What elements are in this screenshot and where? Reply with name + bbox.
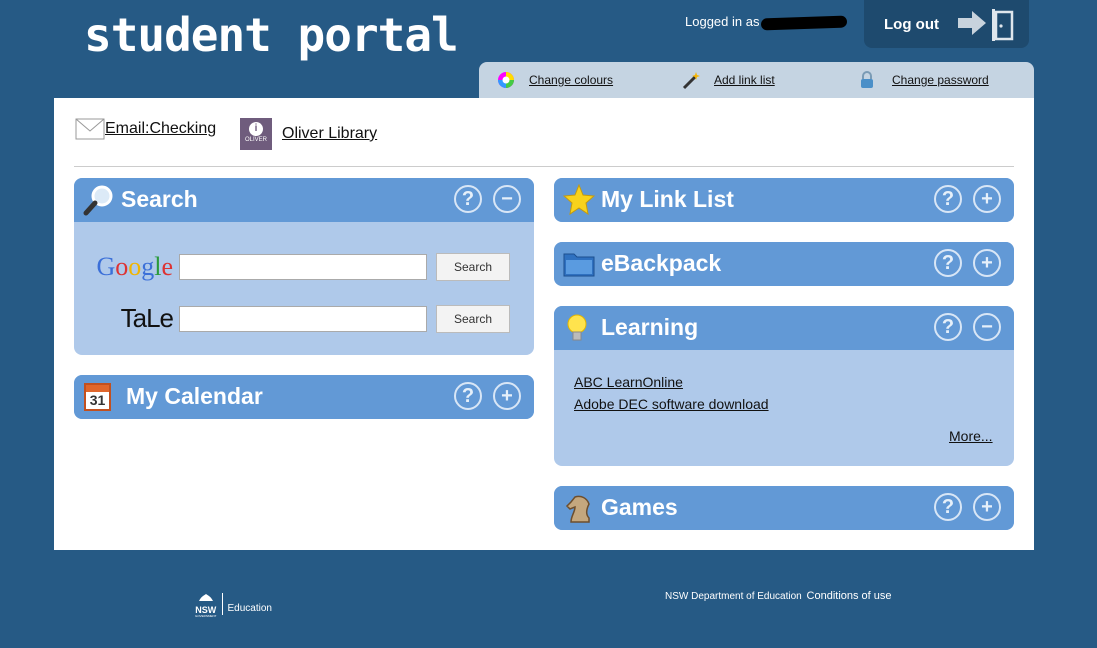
calendar-panel-title: My Calendar <box>126 383 263 409</box>
tale-search-input[interactable] <box>179 305 427 332</box>
games-panel-header: Games ? + <box>554 486 1014 530</box>
conditions-of-use-link[interactable]: Conditions of use <box>807 590 892 602</box>
main-content: Email:Checking i OLIVER Oliver Library S… <box>54 98 1034 550</box>
email-quick-link[interactable]: Email:Checking <box>75 118 216 140</box>
expand-icon[interactable]: + <box>493 382 521 410</box>
tale-logo: TaLe <box>120 303 174 333</box>
lock-icon <box>861 71 873 88</box>
google-search-row: Google Search <box>88 252 510 282</box>
help-icon[interactable]: ? <box>934 249 962 277</box>
tale-search-button[interactable]: Search <box>436 304 510 333</box>
change-colours-link[interactable]: Change colours <box>529 73 613 87</box>
logged-in-status: Logged in as <box>685 14 848 31</box>
oliver-library-label: Oliver Library <box>282 125 378 142</box>
link-list-panel: My Link List ? + <box>554 178 1014 222</box>
calendar-icon: 31 <box>84 383 111 411</box>
expand-icon[interactable]: + <box>973 249 1001 277</box>
oliver-icon-text: OLIVER <box>244 137 267 143</box>
search-panel-title: Search <box>121 186 198 212</box>
nsw-education-logo: NSW GOVERNMENT Education <box>195 590 272 618</box>
colour-wheel-icon <box>498 72 514 88</box>
magnifier-icon <box>83 185 113 216</box>
help-icon[interactable]: ? <box>934 185 962 213</box>
learning-link-abc[interactable]: ABC LearnOnline <box>574 374 683 390</box>
search-panel: Search ? − Google Search TaLe Search <box>74 178 534 355</box>
chess-knight-icon <box>565 495 590 523</box>
nsw-waratah-logo: NSW GOVERNMENT <box>195 590 217 618</box>
toolbar: Change colours Add link list Change pass… <box>479 62 1034 98</box>
learning-panel: Learning ? − ABC LearnOnline Adobe DEC s… <box>554 306 1014 466</box>
logout-door-icon <box>958 9 1014 41</box>
lightbulb-icon <box>567 314 587 341</box>
gov-text: GOVERNMENT <box>195 614 217 618</box>
calendar-panel-header: 31 My Calendar ? + <box>74 375 534 419</box>
add-link-list-link[interactable]: Add link list <box>714 73 775 87</box>
games-panel-title: Games <box>601 494 678 520</box>
ebackpack-panel-title: eBackpack <box>601 250 722 276</box>
collapse-icon[interactable]: − <box>973 313 1001 341</box>
folder-icon <box>563 253 595 277</box>
calendar-day: 31 <box>89 392 106 408</box>
search-panel-header: Search ? − <box>74 178 534 222</box>
learning-more-link[interactable]: More... <box>949 428 993 444</box>
oliver-library-icon: i OLIVER <box>240 118 272 150</box>
tale-search-row: TaLe Search <box>88 303 510 334</box>
help-icon[interactable]: ? <box>934 493 962 521</box>
waratah-icon <box>198 594 213 601</box>
learning-link-adobe[interactable]: Adobe DEC software download <box>574 396 769 412</box>
collapse-icon[interactable]: − <box>493 185 521 213</box>
google-logo: Google <box>96 252 173 281</box>
help-icon[interactable]: ? <box>454 382 482 410</box>
learning-panel-header: Learning ? − <box>554 306 1014 350</box>
education-text: Education <box>227 602 272 614</box>
expand-icon[interactable]: + <box>973 493 1001 521</box>
logout-label: Log out <box>884 15 939 33</box>
divider <box>74 166 1014 167</box>
help-icon[interactable]: ? <box>934 313 962 341</box>
logo-separator <box>221 593 223 615</box>
link-list-panel-title: My Link List <box>601 186 734 212</box>
magic-wand-icon <box>682 72 700 90</box>
envelope-icon <box>75 118 105 140</box>
oliver-library-link[interactable]: i OLIVER Oliver Library <box>240 118 377 150</box>
department-text: NSW Department of Education <box>665 591 802 602</box>
google-search-input[interactable] <box>179 254 427 280</box>
ebackpack-panel-header: eBackpack ? + <box>554 242 1014 286</box>
student-portal-logo: student portal <box>84 8 459 62</box>
change-password-link[interactable]: Change password <box>892 73 989 87</box>
calendar-panel: 31 My Calendar ? + <box>74 375 534 419</box>
email-label: Email:Checking <box>105 120 217 137</box>
star-icon <box>563 184 595 216</box>
help-icon[interactable]: ? <box>454 185 482 213</box>
ebackpack-panel: eBackpack ? + <box>554 242 1014 286</box>
redacted-username <box>761 15 848 31</box>
link-list-panel-header: My Link List ? + <box>554 178 1014 222</box>
expand-icon[interactable]: + <box>973 185 1001 213</box>
footer-text: NSW Department of Education Conditions o… <box>665 590 892 602</box>
logout-button[interactable]: Log out <box>864 0 1029 48</box>
games-panel: Games ? + <box>554 486 1014 530</box>
google-search-button[interactable]: Search <box>436 253 510 281</box>
logged-in-label: Logged in as <box>685 14 760 29</box>
learning-panel-title: Learning <box>601 314 699 340</box>
